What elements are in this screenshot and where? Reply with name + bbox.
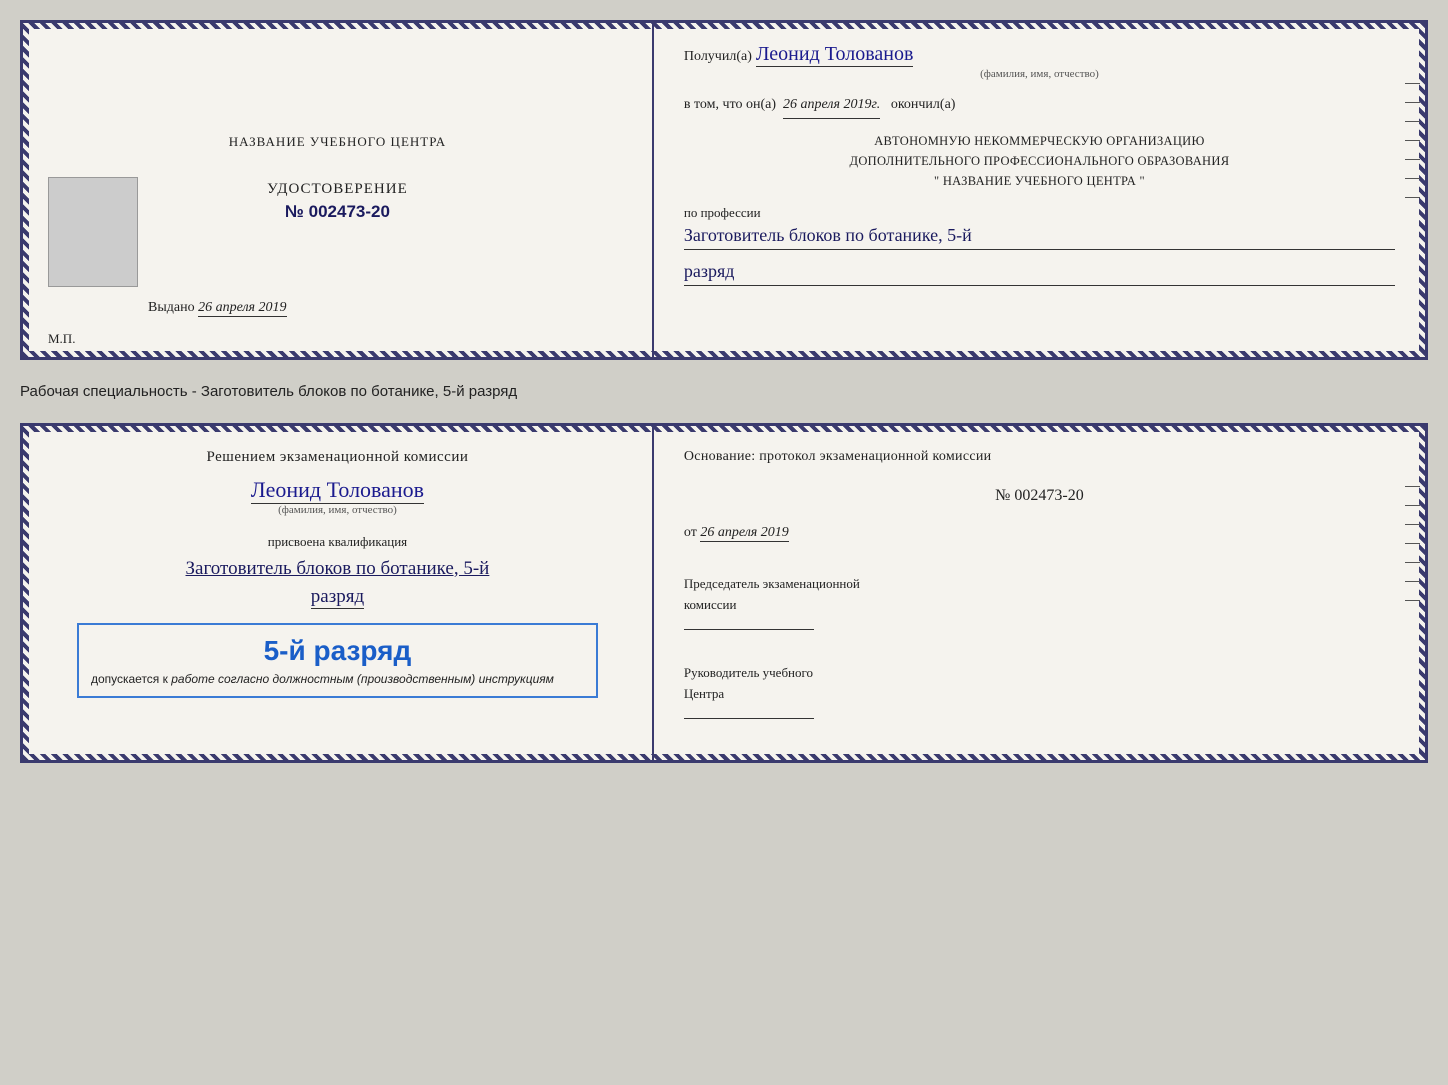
issued-prefix: Выдано: [148, 300, 195, 315]
top-doc-left: НАЗВАНИЕ УЧЕБНОГО ЦЕНТРА УДОСТОВЕРЕНИЕ №…: [23, 23, 654, 357]
chairman-signature: [684, 629, 814, 630]
dash-b1: [1405, 486, 1420, 487]
side-dashes: [1405, 83, 1420, 198]
fio-hint-bottom: (фамилия, имя, отчество): [278, 504, 397, 516]
head-signature: [684, 718, 814, 719]
photo-placeholder: [48, 177, 138, 287]
dash-b6: [1405, 581, 1420, 582]
page-wrapper: НАЗВАНИЕ УЧЕБНОГО ЦЕНТРА УДОСТОВЕРЕНИЕ №…: [20, 20, 1428, 763]
date-line: в том, что он(а) 26 апреля 2019г. окончи…: [684, 92, 1395, 118]
dash-b2: [1405, 505, 1420, 506]
org-line2: ДОПОЛНИТЕЛЬНОГО ПРОФЕССИОНАЛЬНОГО ОБРАЗО…: [684, 151, 1395, 171]
stamp-box: 5-й разряд допускается к работе согласно…: [77, 623, 598, 698]
date-suffix: окончил(а): [891, 97, 956, 112]
top-doc-right: Получил(а) Леонид Толованов (фамилия, им…: [654, 23, 1425, 357]
training-center-title: НАЗВАНИЕ УЧЕБНОГО ЦЕНТРА: [229, 133, 446, 151]
protocol-number: № 002473-20: [684, 487, 1395, 505]
recipient-block: Получил(а) Леонид Толованов (фамилия, им…: [684, 43, 1395, 80]
profession-prefix: по профессии: [684, 205, 761, 220]
stamp-allowed: допускается к работе согласно должностны…: [91, 672, 584, 686]
dash-6: [1405, 178, 1420, 179]
bottom-document: Решением экзаменационной комиссии Леонид…: [20, 423, 1428, 763]
profession-block: по профессии Заготовитель блоков по бота…: [684, 203, 1395, 287]
org-line3: " НАЗВАНИЕ УЧЕБНОГО ЦЕНТРА ": [684, 171, 1395, 191]
dash-b7: [1405, 600, 1420, 601]
rank-bottom-handwritten: разряд: [311, 586, 364, 609]
head-sign-line: [684, 705, 1395, 726]
top-document: НАЗВАНИЕ УЧЕБНОГО ЦЕНТРА УДОСТОВЕРЕНИЕ №…: [20, 20, 1428, 360]
date-handwritten: 26 апреля 2019г.: [783, 92, 880, 118]
qualification-handwritten: Заготовитель блоков по ботанике, 5-й: [186, 556, 490, 583]
from-prefix: от: [684, 525, 697, 540]
chairman-sign-line: [684, 616, 1395, 637]
stamp-rank: 5-й разряд: [91, 635, 584, 667]
from-date: от 26 апреля 2019: [684, 525, 1395, 542]
basis-title: Основание: протокол экзаменационной коми…: [684, 446, 1395, 467]
head-label1: Руководитель учебного: [684, 663, 1395, 684]
dash-1: [1405, 83, 1420, 84]
fio-hint-top: (фамилия, имя, отчество): [684, 68, 1395, 80]
assigned-label: присвоена квалификация: [268, 534, 407, 550]
dash-b3: [1405, 524, 1420, 525]
received-prefix: Получил(а): [684, 49, 752, 64]
dash-4: [1405, 140, 1420, 141]
chairman-block: Председатель экзаменационной комиссии: [684, 574, 1395, 636]
rank-handwritten-top: разряд: [684, 258, 1395, 286]
from-date-value: 26 апреля 2019: [700, 525, 788, 542]
org-line1: АВТОНОМНУЮ НЕКОММЕРЧЕСКУЮ ОРГАНИЗАЦИЮ: [684, 131, 1395, 151]
person-name-bottom: Леонид Толованов: [251, 477, 424, 504]
dash-5: [1405, 159, 1420, 160]
date-prefix: в том, что он(а): [684, 97, 776, 112]
head-block: Руководитель учебного Центра: [684, 663, 1395, 725]
certificate-number: № 002473-20: [285, 202, 390, 222]
specialty-label: Рабочая специальность - Заготовитель бло…: [20, 378, 1428, 405]
dash-b4: [1405, 543, 1420, 544]
mp-label: М.П.: [48, 331, 75, 347]
head-label2: Центра: [684, 684, 1395, 705]
dash-b5: [1405, 562, 1420, 563]
chairman-label2: комиссии: [684, 595, 1395, 616]
stamp-allowed-italic: работе согласно должностным (производств…: [171, 672, 554, 686]
profession-handwritten: Заготовитель блоков по ботанике, 5-й: [684, 222, 1395, 250]
dash-7: [1405, 197, 1420, 198]
stamp-allowed-prefix: допускается к: [91, 672, 168, 686]
recipient-name: Леонид Толованов: [756, 43, 914, 67]
dash-2: [1405, 102, 1420, 103]
commission-title: Решением экзаменационной комиссии: [206, 446, 468, 469]
dash-3: [1405, 121, 1420, 122]
org-block: АВТОНОМНУЮ НЕКОММЕРЧЕСКУЮ ОРГАНИЗАЦИЮ ДО…: [684, 131, 1395, 191]
chairman-label1: Председатель экзаменационной: [684, 574, 1395, 595]
bottom-doc-left: Решением экзаменационной комиссии Леонид…: [23, 426, 654, 760]
certificate-label: УДОСТОВЕРЕНИЕ: [267, 181, 408, 198]
bottom-doc-right: Основание: протокол экзаменационной коми…: [654, 426, 1425, 760]
side-dashes-bottom: [1405, 486, 1420, 601]
issued-line: Выдано 26 апреля 2019: [148, 300, 287, 317]
issued-date: 26 апреля 2019: [198, 300, 286, 317]
